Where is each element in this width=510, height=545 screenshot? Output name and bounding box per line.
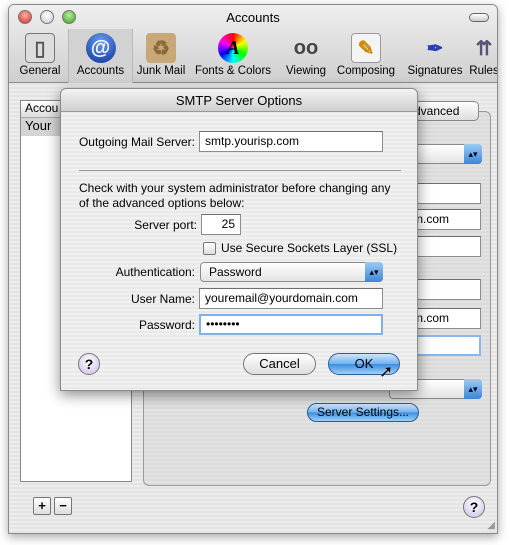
title-bar: Accounts ▯ General @ Accounts ♻ Junk Mail A… [9, 5, 497, 83]
toolbar-general[interactable]: ▯ General [13, 29, 67, 83]
password-label: Password: [138, 318, 195, 332]
separator [79, 170, 401, 171]
popup-arrows-icon: ▴▾ [464, 144, 482, 164]
remove-account-button[interactable]: − [54, 497, 72, 515]
tab-advanced[interactable]: dvanced [409, 101, 479, 121]
toolbar-accounts[interactable]: @ Accounts [68, 29, 133, 83]
user-name-label: User Name: [130, 292, 195, 306]
glasses-icon: oo [293, 36, 319, 59]
toolbar-label: Signatures [407, 65, 463, 77]
popup-arrows-icon: ▴▾ [464, 379, 482, 399]
toolbar-label: General [19, 65, 61, 77]
popup-arrows-icon: ▴▾ [365, 262, 383, 282]
pen-icon: ✒ [426, 37, 444, 60]
at-sign-icon: @ [85, 33, 116, 63]
add-account-button[interactable]: + [33, 497, 51, 515]
toolbar-label: Viewing [285, 65, 327, 77]
toolbar-fonts-colors[interactable]: A Fonts & Colors [191, 29, 275, 83]
outgoing-server-label: Outgoing Mail Server: [78, 135, 195, 149]
color-wheel-icon: A [218, 33, 248, 63]
light-switch-icon: ▯ [25, 33, 55, 63]
ssl-label: Use Secure Sockets Layer (SSL) [221, 241, 398, 255]
toolbar-label: Accounts [76, 65, 125, 77]
cancel-button[interactable]: Cancel [243, 353, 316, 375]
toolbar-composing[interactable]: ✎ Composing [335, 29, 397, 83]
toolbar-viewing[interactable]: oo Viewing [277, 29, 335, 83]
toolbar-label: Composing [336, 65, 396, 77]
toolbar-label: Junk Mail [136, 65, 186, 77]
ssl-checkbox[interactable] [203, 242, 216, 255]
authentication-popup[interactable]: Password ▴▾ [200, 262, 383, 282]
toolbar-label: Rules [469, 65, 498, 77]
toolbar-toggle-button[interactable] [469, 13, 489, 22]
toolbar-junk-mail[interactable]: ♻ Junk Mail [133, 29, 189, 83]
authentication-label: Authentication: [115, 265, 195, 279]
notice-text: Check with your system administrator bef… [79, 181, 391, 210]
smtp-options-sheet: SMTP Server Options Outgoing Mail Server… [60, 88, 418, 391]
mouse-cursor-icon: ➚ [379, 362, 394, 381]
toolbar-rules[interactable]: ⇈ Rules [469, 29, 498, 83]
rules-arrows-icon: ⇈ [475, 37, 493, 60]
window-title: Accounts [226, 10, 280, 25]
user-name-field[interactable]: youremail@yourdomain.com [199, 288, 383, 309]
junk-box-icon: ♻ [146, 33, 176, 63]
toolbar-label: Fonts & Colors [194, 65, 272, 77]
password-field[interactable]: •••••••• [199, 314, 383, 335]
resize-grip-icon[interactable]: ◢ [487, 520, 495, 531]
dialog-title: SMTP Server Options [61, 89, 417, 112]
authentication-value: Password [209, 265, 262, 279]
server-port-label: Server port: [134, 218, 197, 232]
server-settings-button[interactable]: Server Settings... [307, 403, 419, 422]
server-port-field[interactable]: 25 [201, 214, 241, 235]
help-button[interactable]: ? [463, 496, 485, 518]
toolbar-signatures[interactable]: ✒ Signatures [401, 29, 469, 83]
pencil-note-icon: ✎ [351, 33, 381, 63]
help-button[interactable]: ? [78, 353, 100, 375]
outgoing-server-field[interactable]: smtp.yourisp.com [199, 131, 383, 152]
